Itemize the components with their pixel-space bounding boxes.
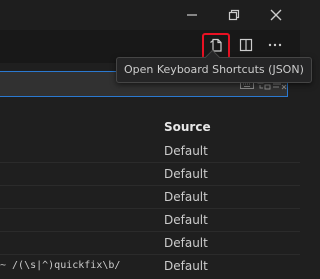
close-icon xyxy=(270,9,282,21)
more-actions-icon xyxy=(267,37,283,57)
source-cell: Default xyxy=(164,236,208,250)
table-row[interactable]: ~ /(\s|^)quickfix\b/ Default xyxy=(0,255,300,278)
table-row[interactable]: Default xyxy=(0,163,300,186)
split-editor-icon xyxy=(238,37,254,57)
table-row[interactable]: Default xyxy=(0,140,300,163)
minimize-button[interactable] xyxy=(172,0,212,30)
restore-button[interactable] xyxy=(214,0,254,30)
source-cell: Default xyxy=(164,259,208,273)
source-cell: Default xyxy=(164,213,208,227)
source-cell: Default xyxy=(164,190,208,204)
table-row[interactable]: Default xyxy=(0,186,300,209)
when-cell: ~ /(\s|^)quickfix\b/ xyxy=(0,260,121,271)
title-bar xyxy=(0,0,300,30)
source-cell: Default xyxy=(164,144,208,158)
minimize-icon xyxy=(186,9,198,21)
close-window-button[interactable] xyxy=(256,0,296,30)
table-row[interactable]: Default xyxy=(0,232,300,255)
restore-icon xyxy=(228,9,240,21)
source-column-header[interactable]: Source xyxy=(164,120,211,134)
source-cell: Default xyxy=(164,167,208,181)
table-row[interactable]: Default xyxy=(0,209,300,232)
